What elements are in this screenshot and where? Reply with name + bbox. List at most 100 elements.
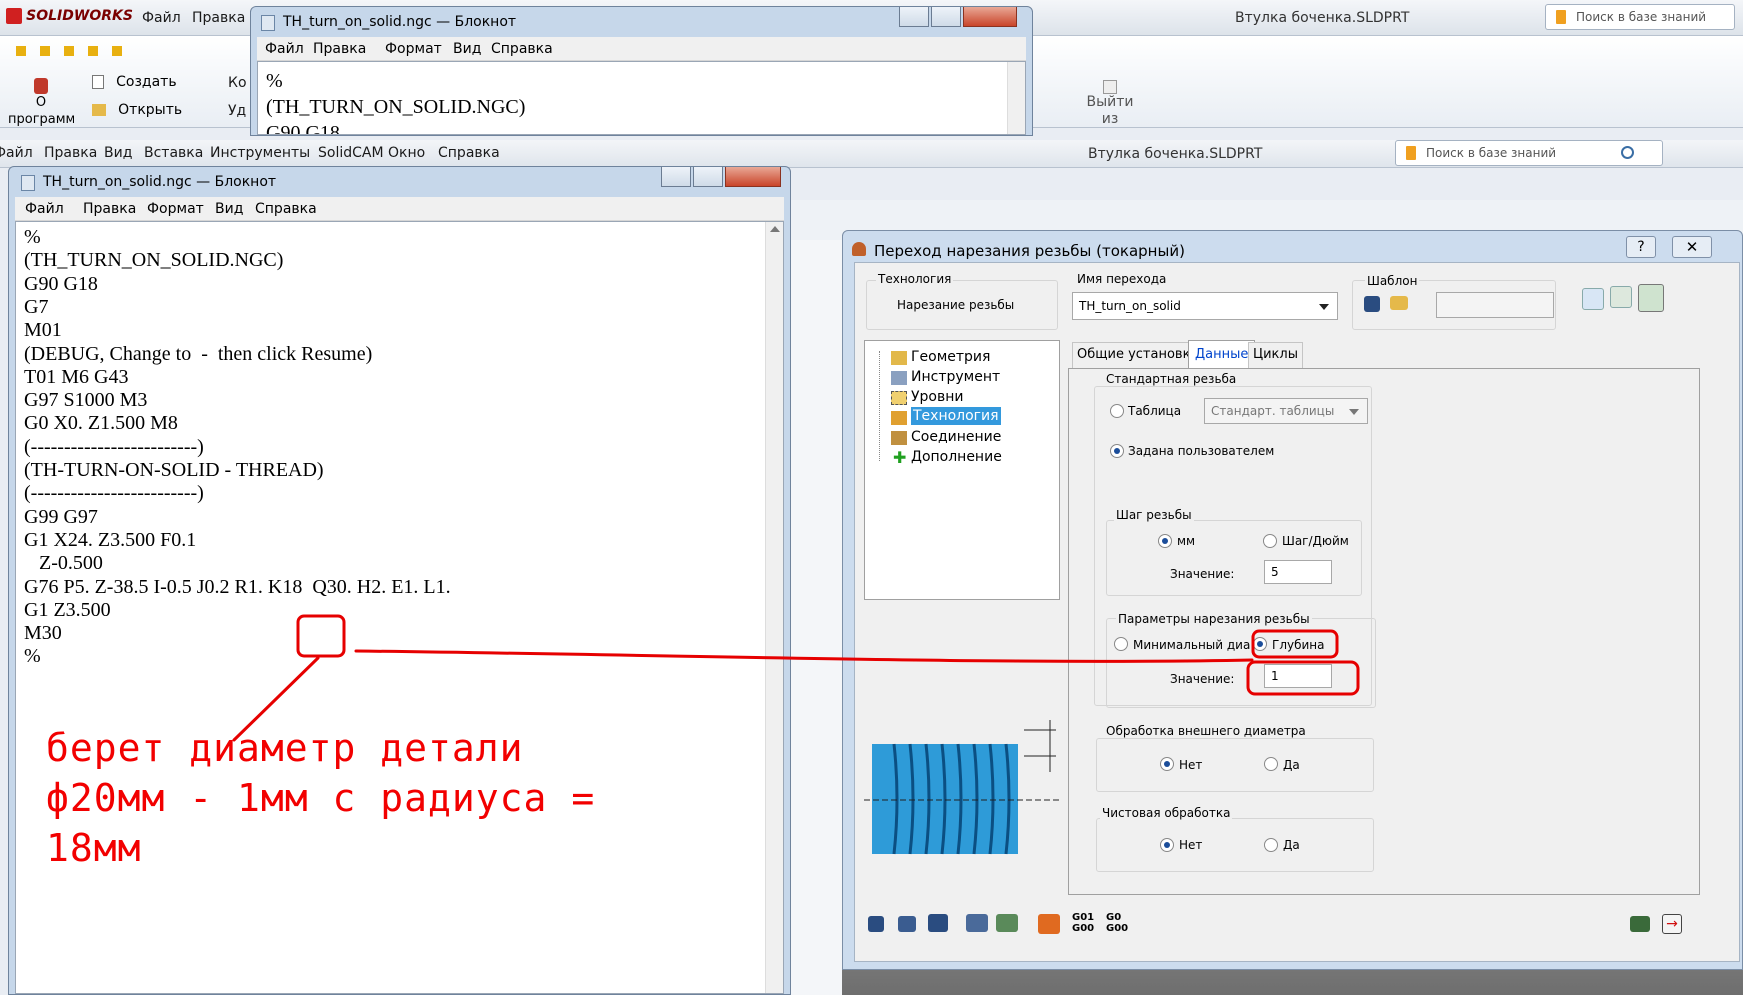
min-dia-radio[interactable]	[1114, 637, 1128, 651]
tree-tool[interactable]: Инструмент	[911, 369, 1000, 385]
stock-icon[interactable]	[1038, 914, 1060, 934]
notepad-window[interactable]: TH_turn_on_solid.ngc — Блокнот Файл Прав…	[8, 166, 791, 995]
std-thread-label: Стандартная резьба	[1104, 372, 1239, 386]
tab-cycles[interactable]: Циклы	[1248, 342, 1303, 368]
knowledge-search-top[interactable]: Поиск в базе знаний	[1545, 4, 1735, 30]
notepad-editor[interactable]: % (TH_TURN_ON_SOLID.NGC) G90 G18 G7 M01 (DEBU…	[15, 221, 784, 994]
depth-value-input[interactable]: 1	[1264, 664, 1332, 688]
np-menu-format[interactable]: Формат	[147, 201, 204, 217]
tab-data[interactable]: Данные	[1188, 340, 1256, 370]
create-button[interactable]: Создать	[92, 74, 177, 90]
tool-icon	[891, 371, 907, 385]
op-name-select[interactable]: TH_turn_on_solid	[1072, 292, 1338, 320]
pitch-group-label: Шаг резьбы	[1114, 508, 1194, 522]
pitch-tpi-radio[interactable]	[1263, 534, 1277, 548]
open-button[interactable]: Открыть	[92, 102, 182, 118]
notepad-icon	[21, 175, 35, 191]
plus-icon: ✚	[893, 448, 907, 467]
outer-no-radio[interactable]	[1160, 757, 1174, 771]
save-all-icon[interactable]	[928, 914, 948, 932]
menu-tools[interactable]: Инструменты	[210, 145, 310, 161]
np-menu-help[interactable]: Справка	[255, 201, 317, 217]
menu-help[interactable]: Справка	[438, 145, 500, 161]
menu-window[interactable]: Окно	[388, 145, 425, 161]
standard-table-select[interactable]: Стандарт. таблицы	[1204, 398, 1368, 424]
minimize-button[interactable]	[661, 167, 691, 187]
tree-technology[interactable]: Технология	[911, 407, 1001, 425]
info-icon[interactable]	[1582, 288, 1604, 310]
tool-icon[interactable]	[1610, 286, 1632, 308]
np-back-menu-file[interactable]: Файл	[265, 41, 304, 57]
search-icon[interactable]	[1621, 146, 1634, 159]
code-line: G1 X24. Z3.500 F0.1	[24, 528, 197, 551]
depth-label: Глубина	[1272, 638, 1325, 652]
tree-geometry[interactable]: Геометрия	[911, 349, 990, 365]
close-button[interactable]	[963, 7, 1017, 27]
depth-radio[interactable]	[1253, 637, 1267, 651]
open-template-icon[interactable]	[1390, 296, 1408, 310]
exit-icon[interactable]: →	[1662, 914, 1682, 934]
knowledge-search[interactable]: Поиск в базе знаний	[1395, 140, 1663, 166]
template-input[interactable]	[1436, 292, 1554, 318]
new-doc-icon	[92, 75, 104, 89]
menu-file[interactable]: Файл	[0, 145, 33, 161]
menu-insert[interactable]: Вставка	[144, 145, 203, 161]
gcode-g01-icon[interactable]: G01 G00	[1072, 912, 1094, 934]
tree-misc[interactable]: Дополнение	[911, 449, 1002, 465]
save-template-icon[interactable]	[1364, 296, 1380, 312]
table-radio[interactable]	[1110, 404, 1124, 418]
pitch-mm-radio[interactable]	[1158, 534, 1172, 548]
outer-yes-radio[interactable]	[1264, 757, 1278, 771]
tree-link[interactable]: Соединение	[911, 429, 1001, 445]
np-back-menu-format[interactable]: Формат	[385, 41, 442, 57]
code-line: G90 G18	[266, 122, 340, 135]
tree-levels[interactable]: Уровни	[911, 389, 964, 405]
notepad-window-back[interactable]: TH_turn_on_solid.ngc — Блокнот Файл Прав…	[250, 6, 1033, 136]
user-defined-radio[interactable]	[1110, 444, 1124, 458]
help-button[interactable]: ?	[1626, 236, 1656, 258]
menu-view[interactable]: Вид	[104, 145, 132, 161]
menu-solidcam[interactable]: SolidCAM	[318, 145, 384, 161]
vertical-scrollbar[interactable]	[1007, 62, 1025, 134]
add-operation-icon[interactable]	[1630, 916, 1650, 932]
np-menu-edit[interactable]: Правка	[83, 201, 136, 217]
scroll-up-arrow[interactable]	[770, 226, 780, 232]
exit-button[interactable]: Выйти из	[1080, 80, 1140, 128]
np-menu-view[interactable]: Вид	[215, 201, 243, 217]
close-button[interactable]	[725, 167, 781, 187]
pitch-value-input[interactable]: 5	[1264, 560, 1332, 584]
minimize-button[interactable]	[899, 7, 929, 27]
pitch-value-label: Значение:	[1170, 567, 1235, 581]
code-line: M30	[24, 622, 62, 645]
calculate-icon[interactable]	[966, 914, 988, 932]
np-back-menu-edit[interactable]: Правка	[313, 41, 366, 57]
menu-edit[interactable]: Правка	[44, 145, 97, 161]
finish-yes-radio[interactable]	[1264, 838, 1278, 852]
code-line: G90 G18	[24, 272, 98, 295]
tab-general[interactable]: Общие установки	[1072, 342, 1204, 368]
feature-tree-strip	[790, 240, 842, 995]
gcode-g00-icon[interactable]: G0 G00	[1106, 912, 1128, 934]
maximize-button[interactable]	[931, 7, 961, 27]
notepad-back-menubar: Файл Правка Формат Вид Справка	[257, 37, 1026, 61]
top-menu-edit[interactable]: Правка	[192, 10, 245, 26]
code-line: T01 M6 G43	[24, 365, 129, 388]
about-button[interactable]: О программе	[8, 78, 74, 144]
green-tool-icon[interactable]	[1638, 284, 1664, 312]
code-line: %	[24, 645, 41, 668]
dialog-close-button[interactable]: ✕	[1672, 236, 1712, 258]
save-icon[interactable]	[868, 916, 884, 932]
ribbon-ud[interactable]: Уд	[228, 103, 246, 119]
notepad-back-editor[interactable]: % (TH_TURN_ON_SOLID.NGC) G90 G18	[257, 61, 1026, 135]
simulate-icon[interactable]	[996, 914, 1018, 932]
save-copy-icon[interactable]	[898, 916, 916, 932]
book-icon	[1556, 10, 1566, 24]
ribbon-ko[interactable]: Ко	[228, 75, 247, 91]
np-back-menu-help[interactable]: Справка	[491, 41, 553, 57]
top-menu-file[interactable]: Файл	[142, 10, 181, 26]
finish-no-radio[interactable]	[1160, 838, 1174, 852]
np-menu-file[interactable]: Файл	[25, 201, 64, 217]
maximize-button[interactable]	[693, 167, 723, 187]
vertical-scrollbar[interactable]	[765, 222, 783, 993]
np-back-menu-view[interactable]: Вид	[453, 41, 481, 57]
